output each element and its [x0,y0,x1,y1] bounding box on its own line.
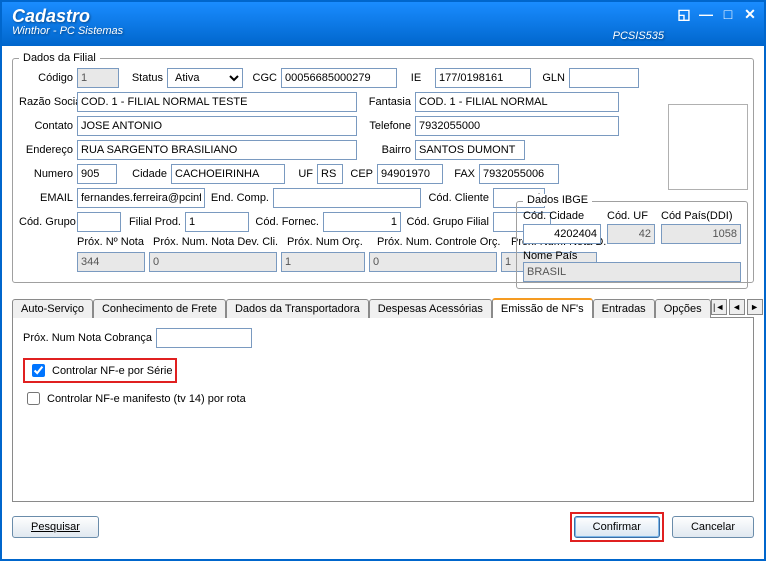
tab-entradas[interactable]: Entradas [593,299,655,318]
label-codcliente: Cód. Cliente [425,192,489,204]
label-codigo: Código [19,72,73,84]
chk-controlar-serie-row[interactable]: Controlar NF-e por Série [23,358,177,383]
label-numero: Numero [19,168,73,180]
fantasia-input[interactable] [415,92,619,112]
label-ie: IE [401,72,431,84]
ibge-legend: Dados IBGE [523,194,592,206]
label-gln: GLN [535,72,565,84]
nomepais-input[interactable] [523,262,741,282]
tab-body-emissao: Próx. Num Nota Cobrança Controlar NF-e p… [12,318,754,502]
prox-cobranca-input[interactable] [156,328,252,348]
filialprod-input[interactable] [185,212,249,232]
label-proxnota: Próx. Nº Nota [77,236,149,248]
label-razao: Razão Social [19,96,73,108]
minimize-icon[interactable]: — [698,6,714,23]
label-endereco: Endereço [19,144,73,156]
dados-ibge-box: Dados IBGE Cód. Cidade Cód. UF Cód País(… [516,201,748,289]
chk-controlar-serie-label: Controlar NF-e por Série [52,365,172,377]
label-endcomp: End. Comp. [209,192,269,204]
label-codpais: Cód País(DDI) [661,210,741,222]
label-cgc: CGC [247,72,277,84]
codigo-input[interactable] [77,68,119,88]
tab-autoservico[interactable]: Auto-Serviço [12,299,93,318]
numero-input[interactable] [77,164,117,184]
uf-input[interactable] [317,164,343,184]
label-prox-cobranca: Próx. Num Nota Cobrança [23,332,152,344]
label-codgrupofilial: Cód. Grupo Filial [405,216,489,228]
label-bairro: Bairro [361,144,411,156]
tab-conhecimento[interactable]: Conhecimento de Frete [93,299,226,318]
cidade-input[interactable] [171,164,285,184]
tab-transportadora[interactable]: Dados da Transportadora [226,299,369,318]
label-email: EMAIL [19,192,73,204]
label-fax: FAX [447,168,475,180]
fieldset-legend: Dados da Filial [19,52,100,64]
label-fantasia: Fantasia [361,96,411,108]
codpais-input[interactable] [661,224,741,244]
window-subtitle: Winthor - PC Sistemas [12,25,123,37]
restore-icon[interactable]: ◱ [676,6,692,23]
razao-input[interactable] [77,92,357,112]
label-coduf: Cód. UF [607,210,655,222]
email-input[interactable] [77,188,205,208]
label-codcidade: Cód. Cidade [523,210,601,222]
label-contato: Contato [19,120,73,132]
tab-scroll-right-icon[interactable]: ► [747,299,763,315]
logo-placeholder [668,104,748,190]
label-cep: CEP [347,168,373,180]
endereco-input[interactable] [77,140,357,160]
proxorc-input[interactable] [281,252,365,272]
label-proxdev: Próx. Num. Nota Dev. Cli. [153,236,283,248]
chk-manifesto[interactable] [27,392,40,405]
tab-opcoes[interactable]: Opções [655,299,711,318]
pesquisar-button[interactable]: Pesquisar [12,516,99,538]
proxctrl-input[interactable] [369,252,497,272]
label-status: Status [123,72,163,84]
tab-strip: Auto-Serviço Conhecimento de Frete Dados… [12,297,754,318]
confirmar-highlight: Confirmar [570,512,664,542]
close-icon[interactable]: ✕ [742,6,758,23]
window-title: Cadastro [12,6,123,27]
telefone-input[interactable] [415,116,619,136]
window-code: PCSIS535 [613,30,664,42]
codcidade-input[interactable] [523,224,601,244]
label-uf: UF [289,168,313,180]
cgc-input[interactable] [281,68,397,88]
cep-input[interactable] [377,164,443,184]
codgrupo-input[interactable] [77,212,121,232]
proxdev-input[interactable] [149,252,277,272]
tab-despesas[interactable]: Despesas Acessórias [369,299,492,318]
label-proxorc: Próx. Num Orç. [287,236,373,248]
app-window: Cadastro Winthor - PC Sistemas PCSIS535 … [0,0,766,561]
titlebar: Cadastro Winthor - PC Sistemas PCSIS535 … [2,2,764,46]
label-filialprod: Filial Prod. [125,216,181,228]
codfornec-input[interactable] [323,212,401,232]
coduf-input[interactable] [607,224,655,244]
maximize-icon[interactable]: □ [720,6,736,23]
contato-input[interactable] [77,116,357,136]
confirmar-button[interactable]: Confirmar [574,516,660,538]
tab-emissao-nf[interactable]: Emissão de NF's [492,298,593,318]
label-proxctrl: Próx. Num. Controle Orç. [377,236,507,248]
chk-controlar-serie[interactable] [32,364,45,377]
chk-manifesto-label: Controlar NF-e manifesto (tv 14) por rot… [47,393,246,405]
tab-scroll-first-icon[interactable]: |◄ [711,299,727,315]
fax-input[interactable] [479,164,559,184]
endcomp-input[interactable] [273,188,421,208]
proxnota-input[interactable] [77,252,145,272]
label-telefone: Telefone [361,120,411,132]
cancelar-button[interactable]: Cancelar [672,516,754,538]
status-select[interactable]: Ativa [167,68,243,88]
chk-manifesto-row[interactable]: Controlar NF-e manifesto (tv 14) por rot… [23,389,743,408]
label-codfornec: Cód. Fornec. [253,216,319,228]
tab-scroll-left-icon[interactable]: ◄ [729,299,745,315]
gln-input[interactable] [569,68,639,88]
label-codgrupo: Cód. Grupo [19,216,73,228]
ie-input[interactable] [435,68,531,88]
bairro-input[interactable] [415,140,525,160]
label-cidade: Cidade [121,168,167,180]
label-nomepais: Nome País [523,250,577,262]
